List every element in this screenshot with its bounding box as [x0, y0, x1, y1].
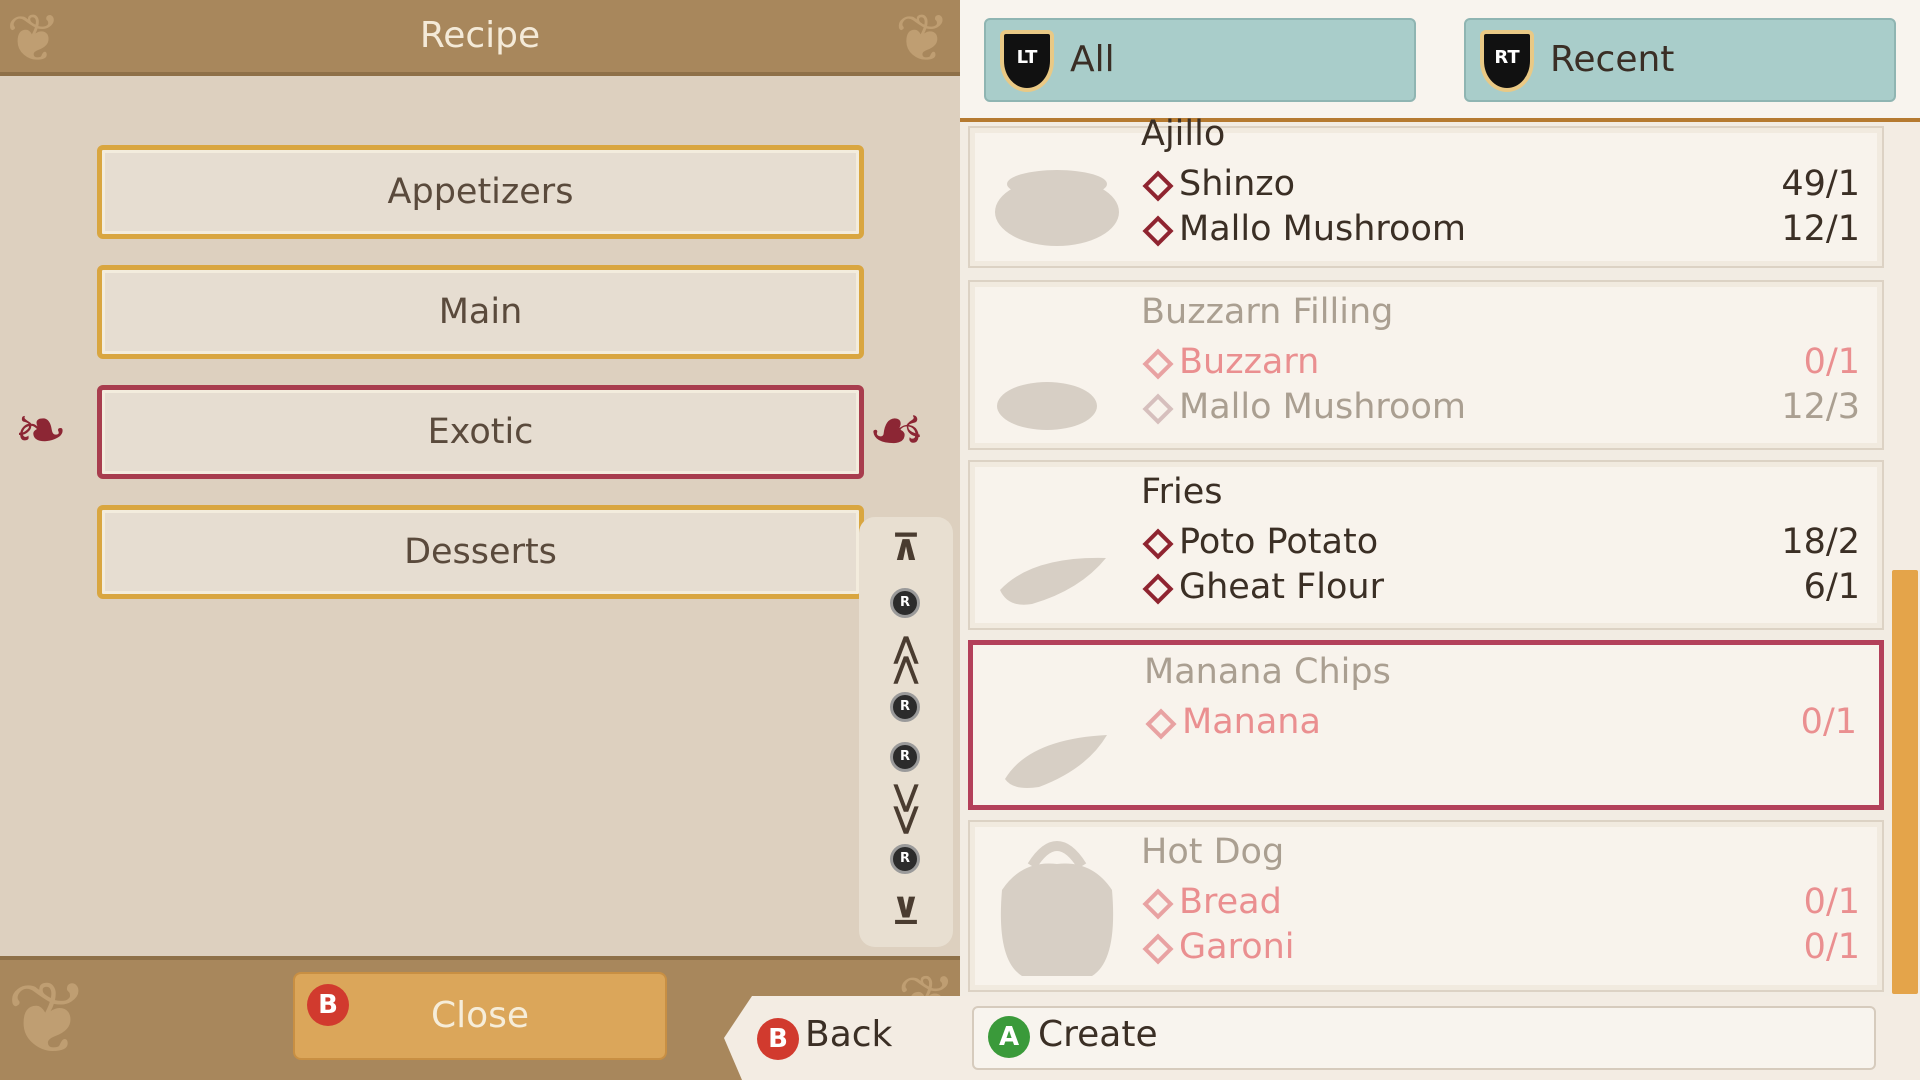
- tab-recent[interactable]: RT Recent: [1464, 18, 1896, 102]
- pot-food-icon: [995, 170, 1119, 246]
- ingredient-qty: 12/1: [1781, 209, 1860, 249]
- recipe-name: Manana Chips: [1144, 652, 1391, 692]
- right-stick-right-icon: R: [890, 742, 920, 772]
- right-stick-down-icon: R: [890, 844, 920, 874]
- recipe-item-ajillo[interactable]: Ajillo Shinzo 49/1 Mallo Mushroom 12/1: [968, 114, 1884, 268]
- ingredient-qty: 18/2: [1781, 522, 1860, 562]
- diamond-icon: [1142, 573, 1174, 605]
- scroll-bottom-icon[interactable]: ⊻: [859, 895, 953, 931]
- page-title: Recipe: [419, 15, 541, 56]
- ingredient: Mallo Mushroom: [1141, 385, 1466, 429]
- right-stick-up-icon: R: [890, 588, 920, 618]
- diamond-icon: [1142, 393, 1174, 425]
- close-button[interactable]: B Close: [293, 972, 667, 1060]
- rt-trigger-icon: RT: [1480, 30, 1534, 92]
- b-button-icon: B: [757, 1018, 799, 1060]
- scroll-controls: ⊼ R ⋀ ⋀ R R ⋁ ⋁ R ⊻: [859, 517, 953, 947]
- flat-food-icon: [997, 382, 1097, 430]
- b-button-icon: B: [307, 984, 349, 1026]
- recipe-item-buzzarn-filling[interactable]: Buzzarn Filling Buzzarn 0/1 Mallo Mushro…: [968, 280, 1884, 450]
- diamond-icon: [1142, 215, 1174, 247]
- ingredient-qty: 0/1: [1803, 342, 1860, 382]
- back-label: Back: [805, 1014, 893, 1055]
- ingredient: Shinzo: [1141, 162, 1295, 206]
- recipe-item-hot-dog[interactable]: Hot Dog Bread 0/1 Garoni 0/1: [968, 820, 1884, 992]
- page-up-icon-2: ⋀: [893, 651, 919, 686]
- selection-flourish-right-icon: ☙: [868, 394, 926, 468]
- create-label: Create: [1038, 1014, 1158, 1055]
- recipe-name: Ajillo: [1141, 114, 1226, 154]
- category-appetizers-button[interactable]: Appetizers: [97, 145, 864, 239]
- diamond-icon: [1142, 888, 1174, 920]
- ingredient: Poto Potato: [1141, 520, 1378, 564]
- recipe-item-fries[interactable]: Fries Poto Potato 18/2 Gheat Flour 6/1: [968, 460, 1884, 630]
- ornament-icon: ❦: [6, 960, 90, 1077]
- filter-tabs: LT All RT Recent: [960, 0, 1920, 122]
- close-label: Close: [430, 995, 530, 1036]
- recipe-item-manana-chips[interactable]: Manana Chips Manana 0/1: [968, 640, 1884, 810]
- diamond-icon: [1142, 348, 1174, 380]
- recipe-category-panel: ❦ ❦ Recipe Appetizers Main Exotic Desser…: [0, 0, 960, 1080]
- ingredient: Gheat Flour: [1141, 565, 1384, 609]
- tab-all-label: All: [1070, 39, 1115, 80]
- ingredient-qty: 49/1: [1781, 164, 1860, 204]
- scrollbar-thumb[interactable]: [1892, 570, 1918, 994]
- diamond-icon: [1142, 528, 1174, 560]
- basket-food-icon: [1000, 841, 1114, 976]
- recipe-header: ❦ ❦ Recipe: [0, 0, 960, 77]
- diamond-icon: [1142, 170, 1174, 202]
- chips-food-icon: [1005, 735, 1107, 788]
- ingredient: Buzzarn: [1141, 340, 1319, 384]
- recipe-name: Hot Dog: [1141, 832, 1285, 872]
- category-exotic-button[interactable]: Exotic: [97, 385, 864, 479]
- fries-food-icon: [1000, 557, 1106, 605]
- category-main-button[interactable]: Main: [97, 265, 864, 359]
- right-stick-left-icon: R: [890, 692, 920, 722]
- category-desserts-button[interactable]: Desserts: [97, 505, 864, 599]
- page-down-icon-2: ⋁: [893, 801, 919, 836]
- ingredient-qty: 12/3: [1781, 387, 1860, 427]
- selection-flourish-left-icon: ❧: [14, 394, 68, 468]
- recipe-name: Buzzarn Filling: [1141, 292, 1394, 332]
- ingredient: Manana: [1144, 700, 1321, 744]
- a-button-icon: A: [988, 1016, 1030, 1058]
- tab-recent-label: Recent: [1550, 39, 1675, 80]
- ingredient-qty: 6/1: [1803, 567, 1860, 607]
- tab-all[interactable]: LT All: [984, 18, 1416, 102]
- scroll-top-icon[interactable]: ⊼: [859, 531, 953, 567]
- ingredient-qty: 0/1: [1800, 702, 1857, 742]
- lt-trigger-icon: LT: [1000, 30, 1054, 92]
- ingredient: Bread: [1141, 880, 1282, 924]
- diamond-icon: [1145, 708, 1177, 740]
- recipe-name: Fries: [1141, 472, 1223, 512]
- ingredient: Garoni: [1141, 925, 1295, 969]
- ingredient: Mallo Mushroom: [1141, 207, 1466, 251]
- diamond-icon: [1142, 933, 1174, 965]
- ingredient-qty: 0/1: [1803, 882, 1860, 922]
- ingredient-qty: 0/1: [1803, 927, 1860, 967]
